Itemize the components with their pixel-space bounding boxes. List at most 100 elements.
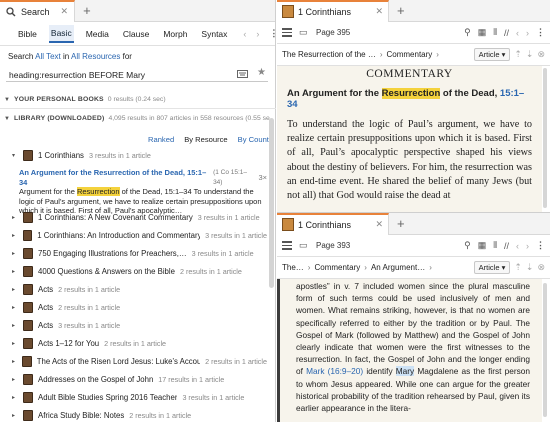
result-list-item[interactable]: ▸ Africa Study Bible: Notes 2 results in 1…: [12, 407, 267, 422]
scrollbar[interactable]: [269, 118, 274, 288]
breadcrumb-item[interactable]: An Argument…: [371, 263, 425, 272]
close-icon[interactable]: ✕: [61, 6, 69, 17]
expand-caret-icon[interactable]: ▸: [12, 304, 18, 311]
expand-caret-icon[interactable]: ▸: [12, 214, 18, 221]
more-icon[interactable]: ⋮: [536, 27, 545, 38]
tab-media[interactable]: Media: [84, 26, 111, 42]
chevron-left-icon[interactable]: ‹: [516, 241, 519, 251]
columns-icon[interactable]: ⫴: [493, 240, 497, 251]
result-list-item[interactable]: ▸ 1 Corinthians: A New Covenant Commentar…: [12, 209, 267, 226]
breadcrumb-item[interactable]: The…: [282, 263, 304, 272]
tab-bible[interactable]: Bible: [16, 26, 39, 42]
result-meta: 2 results in 1 article: [205, 357, 267, 366]
hit-title[interactable]: An Argument for the Resurrection of the …: [19, 168, 210, 187]
result-list-item[interactable]: ▸ Acts 2 results in 1 article: [12, 281, 267, 298]
expand-caret-icon[interactable]: ▸: [12, 232, 18, 239]
result-list-item[interactable]: ▸ Acts 3 results in 1 article: [12, 317, 267, 334]
result-list-item[interactable]: ▸ The Acts of the Risen Lord Jesus: Luke’…: [12, 353, 267, 370]
breadcrumb-item[interactable]: The Resurrection of the …: [282, 50, 376, 59]
personal-books-header[interactable]: ▼ YOUR PERSONAL BOOKS 0 results (0.24 se…: [4, 96, 166, 103]
expand-caret-icon[interactable]: ▸: [12, 322, 18, 329]
reader-bottom: 1 Corinthians ✕ + ▭ Page 393 ⚲ ▦ ⫴ // ‹ …: [277, 212, 550, 422]
close-icon[interactable]: ✕: [375, 6, 383, 17]
search-input[interactable]: heading:resurrection BEFORE Mary ★: [6, 66, 268, 82]
sort-by-count[interactable]: By Count: [238, 135, 269, 144]
expand-caret-icon[interactable]: ▸: [12, 268, 18, 275]
add-tab-icon[interactable]: +: [83, 3, 91, 18]
result-list-item[interactable]: ▸ Adult Bible Studies Spring 2016 Teacher…: [12, 389, 267, 406]
layers-icon[interactable]: ▦: [478, 240, 487, 251]
expand-caret-icon[interactable]: ▸: [12, 340, 18, 347]
search-icon[interactable]: ⚲: [464, 27, 471, 38]
tab-syntax[interactable]: Syntax: [199, 26, 229, 42]
result-group-header[interactable]: ▾ 1 Corinthians 3 results in 1 article: [12, 147, 267, 164]
chevron-right-icon[interactable]: ›: [526, 241, 529, 251]
star-icon[interactable]: ★: [257, 67, 266, 78]
arrow-up-icon[interactable]: ⇡: [514, 49, 522, 60]
result-list-item[interactable]: ▸ 1 Corinthians: An Introduction and Comm…: [12, 227, 267, 244]
expand-caret-icon[interactable]: ▸: [12, 358, 17, 365]
expand-caret-icon[interactable]: ▸: [12, 394, 18, 401]
parallel-icon[interactable]: //: [504, 28, 509, 38]
result-list-item[interactable]: ▸ Addresses on the Gospel of John 17 resul…: [12, 371, 267, 388]
book-cover-icon: [23, 374, 33, 385]
scrollbar[interactable]: [543, 68, 547, 208]
tab-morph[interactable]: Morph: [161, 26, 189, 42]
layers-icon[interactable]: ▦: [478, 27, 487, 38]
article-dropdown[interactable]: Article ▾: [473, 261, 511, 274]
expand-caret-icon[interactable]: ▸: [12, 376, 18, 383]
result-list-item[interactable]: ▸ 750 Engaging Illustrations for Preacher…: [12, 245, 267, 262]
close-circle-icon[interactable]: ⊗: [537, 262, 545, 273]
more-icon[interactable]: ⋮: [536, 240, 545, 251]
result-meta: 2 results in 1 article: [179, 267, 242, 276]
sort-ranked[interactable]: Ranked: [148, 135, 174, 144]
tab-clause[interactable]: Clause: [121, 26, 151, 42]
tab-basic[interactable]: Basic: [48, 24, 74, 43]
book-icon[interactable]: ▭: [299, 27, 309, 38]
page-field[interactable]: Page 395: [316, 28, 350, 37]
library-header[interactable]: ▼ LIBRARY (DOWNLOADED) 4,095 results in …: [4, 115, 270, 122]
expand-caret-icon[interactable]: ▸: [12, 412, 18, 419]
arrow-down-icon[interactable]: ⇣: [526, 262, 534, 273]
heading-text: of the Dead,: [442, 88, 498, 99]
book-cover-icon: [23, 338, 33, 349]
close-circle-icon[interactable]: ⊗: [537, 49, 545, 60]
arrow-up-icon[interactable]: ⇡: [514, 262, 522, 273]
hit-ref: (1 Co 15:1–34): [213, 169, 248, 186]
result-list-item[interactable]: ▸ Acts 2 results in 1 article: [12, 299, 267, 316]
scope-all-text-link[interactable]: All Text: [35, 52, 61, 61]
scrollbar[interactable]: [543, 283, 547, 417]
breadcrumb-item[interactable]: Commentary: [387, 50, 433, 59]
menu-icon[interactable]: [282, 26, 292, 38]
article-dropdown[interactable]: Article ▾: [473, 48, 511, 61]
menu-icon[interactable]: [282, 239, 292, 251]
parallel-icon[interactable]: //: [504, 241, 509, 251]
chevron-left-icon[interactable]: ‹: [243, 29, 246, 39]
result-meta: 3 results in 1 article: [205, 231, 267, 240]
search-icon[interactable]: ⚲: [464, 240, 471, 251]
heading-highlight: Resurrection: [381, 88, 441, 99]
expand-caret-icon[interactable]: ▸: [12, 250, 18, 257]
tab-1-corinthians[interactable]: 1 Corinthians ✕: [277, 212, 389, 235]
chevron-right-icon[interactable]: ›: [256, 29, 259, 39]
add-tab-icon[interactable]: +: [397, 3, 405, 18]
add-tab-icon[interactable]: +: [397, 216, 405, 231]
arrow-down-icon[interactable]: ⇣: [526, 49, 534, 60]
sort-by-resource[interactable]: By Resource: [184, 135, 227, 144]
verse-link[interactable]: Mark (16:9–20): [306, 366, 363, 376]
result-list-item[interactable]: ▸ 4000 Questions & Answers on the Bible 2 …: [12, 263, 267, 280]
book-icon[interactable]: ▭: [299, 240, 309, 251]
breadcrumb-item[interactable]: Commentary: [314, 263, 360, 272]
tab-search[interactable]: Search ✕: [0, 0, 76, 22]
chevron-right-icon[interactable]: ›: [526, 28, 529, 38]
result-meta: 2 results in 1 article: [58, 303, 121, 312]
chevron-left-icon[interactable]: ‹: [516, 28, 519, 38]
scope-all-resources-link[interactable]: All Resources: [71, 52, 120, 61]
result-list-item[interactable]: ▸ Acts 1–12 for You 2 results in 1 article: [12, 335, 267, 352]
columns-icon[interactable]: ⫴: [493, 27, 497, 38]
tab-1-corinthians[interactable]: 1 Corinthians ✕: [277, 0, 389, 22]
expand-caret-icon[interactable]: ▸: [12, 286, 18, 293]
close-icon[interactable]: ✕: [375, 219, 383, 230]
keyboard-icon[interactable]: [237, 70, 248, 78]
page-field[interactable]: Page 393: [316, 241, 350, 250]
